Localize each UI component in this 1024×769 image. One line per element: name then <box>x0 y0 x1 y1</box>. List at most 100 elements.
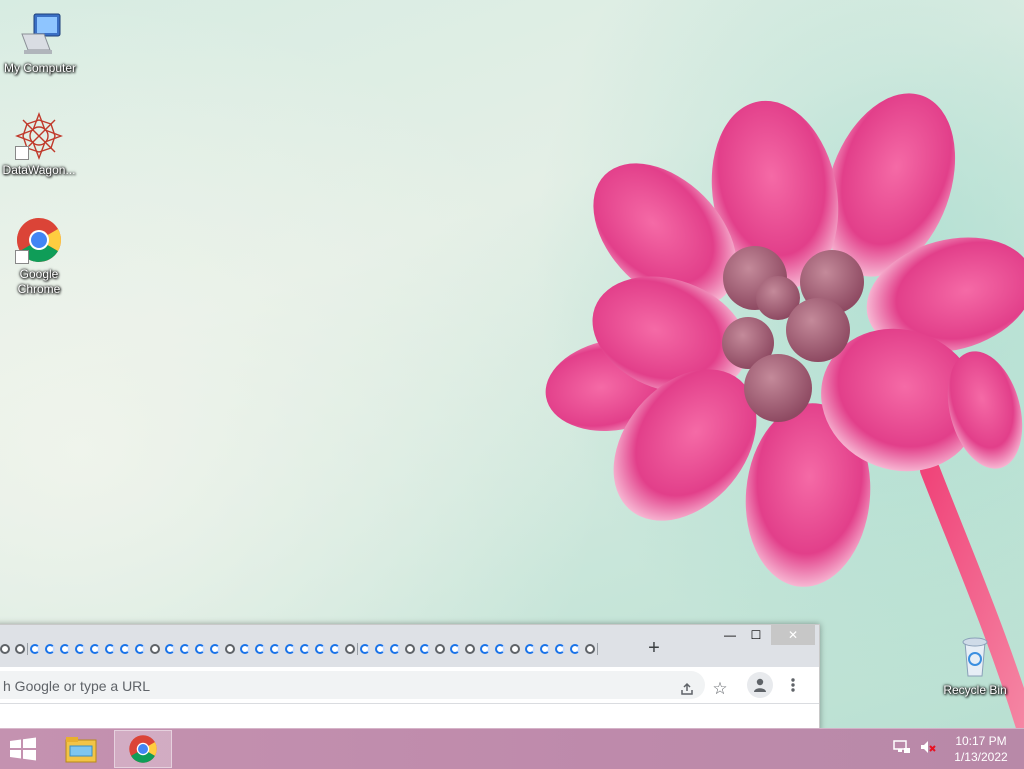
close-button[interactable]: ✕ <box>771 625 815 645</box>
tab-favicon-icon <box>240 644 250 654</box>
tab-favicon-icon <box>15 644 25 654</box>
browser-tab[interactable] <box>464 642 476 656</box>
browser-tab[interactable] <box>569 642 581 656</box>
tab-favicon-icon <box>585 644 595 654</box>
desktop-icon-my-computer[interactable]: My Computer <box>0 10 80 76</box>
browser-tab[interactable] <box>329 642 341 656</box>
tab-favicon-icon <box>375 644 385 654</box>
tab-favicon-icon <box>30 644 40 654</box>
chrome-window[interactable]: + — ☐ ✕ ☆ <box>0 624 820 728</box>
desktop-icon-label: My Computer <box>3 61 77 75</box>
tab-favicon-icon <box>105 644 115 654</box>
browser-tab[interactable] <box>29 642 41 656</box>
tab-list <box>0 640 599 658</box>
browser-tab[interactable] <box>479 642 491 656</box>
browser-tab[interactable] <box>149 642 161 656</box>
folder-icon <box>65 737 97 763</box>
browser-tab[interactable] <box>89 642 101 656</box>
tab-separator <box>357 643 358 655</box>
bookmark-star-icon[interactable]: ☆ <box>708 677 732 701</box>
taskbar-google-chrome[interactable] <box>114 730 172 768</box>
share-icon[interactable] <box>675 677 699 701</box>
browser-tab[interactable] <box>239 642 251 656</box>
desktop-icon-google-chrome[interactable]: Google Chrome <box>0 216 79 297</box>
tab-favicon-icon <box>330 644 340 654</box>
browser-toolbar: ☆ <box>0 667 819 704</box>
browser-tab[interactable] <box>0 642 11 656</box>
browser-tab[interactable] <box>164 642 176 656</box>
browser-tab[interactable] <box>389 642 401 656</box>
browser-tab[interactable] <box>539 642 551 656</box>
desktop-icon-label: Google Chrome <box>17 267 61 296</box>
taskbar: 10:17 PM 1/13/2022 <box>0 728 1024 769</box>
tab-favicon-icon <box>225 644 235 654</box>
tab-favicon-icon <box>465 644 475 654</box>
browser-tab[interactable] <box>584 642 598 656</box>
browser-tab[interactable] <box>524 642 536 656</box>
address-bar-input[interactable] <box>1 675 645 697</box>
wallpaper-flower <box>545 93 1024 728</box>
tab-favicon-icon <box>405 644 415 654</box>
browser-tab[interactable] <box>269 642 281 656</box>
browser-tab[interactable] <box>44 642 56 656</box>
system-clock[interactable]: 10:17 PM 1/13/2022 <box>944 733 1018 765</box>
tab-favicon-icon <box>135 644 145 654</box>
desktop-icon-datawagon[interactable]: DataWagon... <box>0 112 79 178</box>
browser-tab[interactable] <box>104 642 116 656</box>
browser-tab[interactable] <box>254 642 266 656</box>
browser-tab[interactable] <box>299 642 311 656</box>
browser-tab[interactable] <box>134 642 146 656</box>
desktop-icon-label: Recycle Bin <box>943 683 1007 697</box>
kebab-menu-icon[interactable] <box>781 673 805 697</box>
tab-favicon-icon <box>450 644 460 654</box>
browser-tab[interactable] <box>209 642 221 656</box>
tab-favicon-icon <box>285 644 295 654</box>
recycle-bin-icon <box>951 632 999 680</box>
browser-tab[interactable] <box>419 642 431 656</box>
browser-tab[interactable] <box>59 642 71 656</box>
volume-muted-icon[interactable] <box>919 739 937 760</box>
browser-tab[interactable] <box>404 642 416 656</box>
tab-favicon-icon <box>510 644 520 654</box>
taskbar-file-explorer[interactable] <box>52 730 110 768</box>
start-button[interactable] <box>8 737 38 761</box>
browser-tab[interactable] <box>494 642 506 656</box>
browser-tab[interactable] <box>224 642 236 656</box>
tab-favicon-icon <box>165 644 175 654</box>
chrome-icon <box>15 216 63 264</box>
tab-favicon-icon <box>480 644 490 654</box>
profile-avatar-icon[interactable] <box>747 672 773 698</box>
clock-date: 1/13/2022 <box>954 750 1008 764</box>
omnibox[interactable]: ☆ <box>0 671 728 701</box>
browser-tab[interactable] <box>554 642 566 656</box>
tab-favicon-icon <box>540 644 550 654</box>
browser-tab[interactable] <box>434 642 446 656</box>
browser-tab[interactable] <box>194 642 206 656</box>
shortcut-arrow-icon <box>15 146 29 160</box>
browser-tab[interactable] <box>449 642 461 656</box>
browser-tab[interactable] <box>14 642 28 656</box>
datawagon-icon <box>15 112 63 160</box>
browser-tab[interactable] <box>119 642 131 656</box>
tab-favicon-icon <box>420 644 430 654</box>
browser-tab[interactable] <box>344 642 358 656</box>
system-tray <box>893 735 937 763</box>
browser-tab[interactable] <box>74 642 86 656</box>
browser-tab[interactable] <box>284 642 296 656</box>
maximize-button[interactable]: ☐ <box>739 625 773 645</box>
browser-tab[interactable] <box>314 642 326 656</box>
desktop-icon-recycle-bin[interactable]: Recycle Bin <box>935 632 1015 698</box>
clock-time: 10:17 PM <box>955 734 1007 748</box>
tab-separator <box>597 643 598 655</box>
browser-tab[interactable] <box>359 642 371 656</box>
my-computer-icon <box>16 10 64 58</box>
tab-favicon-icon <box>90 644 100 654</box>
tab-favicon-icon <box>195 644 205 654</box>
network-icon[interactable] <box>893 739 911 760</box>
new-tab-button[interactable]: + <box>643 638 665 660</box>
browser-tab[interactable] <box>179 642 191 656</box>
browser-tab[interactable] <box>374 642 386 656</box>
windows-logo-icon <box>10 737 36 761</box>
tab-favicon-icon <box>525 644 535 654</box>
browser-tab[interactable] <box>509 642 521 656</box>
